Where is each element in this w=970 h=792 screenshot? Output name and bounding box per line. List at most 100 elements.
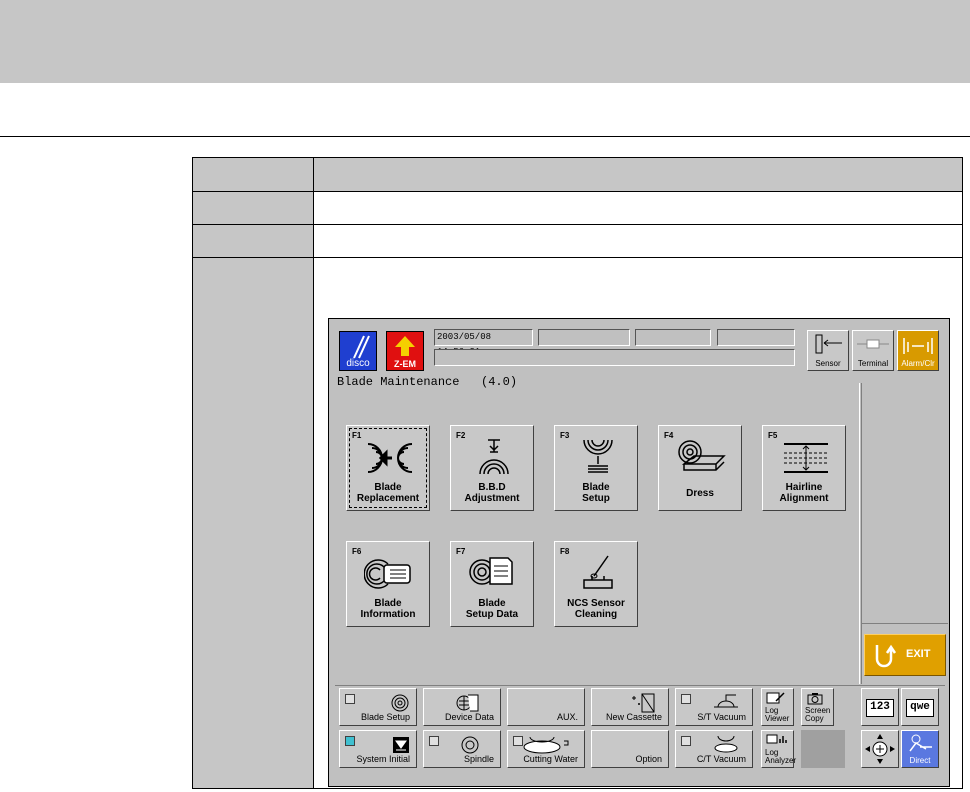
datetime-display: 2003/05/08 14:56:21 xyxy=(434,329,533,357)
blade-setup-shortcut-button[interactable]: Blade Setup xyxy=(339,688,417,726)
checkbox[interactable] xyxy=(345,694,355,704)
log-viewer-button[interactable]: Log Viewer xyxy=(761,688,794,726)
terminal-button[interactable]: Terminal xyxy=(852,330,894,371)
function-label-line1: Blade xyxy=(374,482,402,493)
button-label: AUX. xyxy=(556,712,578,722)
new-cassette-button[interactable]: New Cassette xyxy=(591,688,669,726)
zem-button[interactable]: Z-EM xyxy=(386,331,424,371)
button-label: Cutting Water xyxy=(523,754,578,764)
option-button[interactable]: Option xyxy=(591,730,669,768)
sensor-button[interactable]: Sensor xyxy=(807,330,849,371)
function-label: Blade Information xyxy=(347,598,429,620)
function-key-label: F7 xyxy=(456,547,466,556)
spindle-button[interactable]: Spindle xyxy=(423,730,501,768)
f5-hairline-alignment-button[interactable]: F5 Hairline Alignment xyxy=(762,425,846,511)
alarm-clear-label: Alarm/Clr xyxy=(901,359,935,368)
checkbox[interactable] xyxy=(681,694,691,704)
button-label: Direct xyxy=(909,756,931,765)
button-label: S/T Vacuum xyxy=(697,712,746,722)
function-key-label: F5 xyxy=(768,431,778,440)
terminal-label: Terminal xyxy=(857,359,889,368)
system-initial-icon xyxy=(393,737,409,753)
disco-logo: disco xyxy=(339,331,377,371)
function-label: Blade Setup xyxy=(555,482,637,504)
function-label-line1: NCS Sensor xyxy=(567,598,625,609)
screen-copy-button[interactable]: Screen Copy xyxy=(801,688,834,726)
system-initial-button[interactable]: System Initial xyxy=(339,730,417,768)
log-analyzer-icon xyxy=(766,734,787,744)
blade-replacement-icon xyxy=(367,443,413,473)
header-rule xyxy=(0,136,970,137)
function-label-line1: Blade xyxy=(374,598,402,609)
function-label-line1: Dress xyxy=(686,488,714,499)
f7-blade-setup-data-button[interactable]: F7 Blade Setup Data xyxy=(450,541,534,627)
direct-button[interactable]: Direct xyxy=(901,730,939,768)
button-label: Blade Setup xyxy=(360,712,410,722)
blade-icon xyxy=(391,694,409,712)
function-key-label: F1 xyxy=(352,431,362,440)
button-label: New Cassette xyxy=(605,712,662,722)
alarm-icon xyxy=(903,338,933,354)
f8-ncs-sensor-cleaning-button[interactable]: F8 NCS Sensor Cleaning xyxy=(554,541,638,627)
message-field xyxy=(434,349,795,366)
f2-bbd-adjustment-button[interactable]: F2 B.B.D Adjustment xyxy=(450,425,534,511)
ct-vacuum-icon xyxy=(714,735,738,753)
new-cassette-icon xyxy=(632,693,655,713)
function-key-label: F6 xyxy=(352,547,362,556)
function-label: Blade Setup Data xyxy=(451,598,533,620)
button-label: System Initial xyxy=(356,754,410,764)
checkbox[interactable] xyxy=(345,736,355,746)
function-label: B.B.D Adjustment xyxy=(451,482,533,504)
empty-slot xyxy=(801,730,845,768)
bbd-adjustment-icon xyxy=(479,439,509,475)
side-panel-divider xyxy=(862,623,948,624)
hairline-alignment-icon xyxy=(784,443,828,473)
button-label: Device Data xyxy=(444,712,494,722)
exit-button[interactable]: EXIT xyxy=(864,634,946,676)
ncs-sensor-cleaning-icon xyxy=(583,555,613,589)
machine-screen: disco Z-EM 2003/05/08 14:56:21 Sensor Te… xyxy=(328,318,950,787)
function-key-label: F4 xyxy=(664,431,674,440)
dress-icon xyxy=(678,440,726,471)
function-label: NCS Sensor Cleaning xyxy=(555,598,637,620)
blade-information-icon xyxy=(364,559,411,589)
operator-icon xyxy=(909,734,932,752)
numeric-keypad-button[interactable]: 123 xyxy=(861,688,899,726)
st-vacuum-icon xyxy=(714,694,738,708)
keyboard-button[interactable]: qwe xyxy=(901,688,939,726)
aux-button[interactable]: AUX. xyxy=(507,688,585,726)
log-viewer-icon xyxy=(766,692,785,704)
button-label: Screen Copy xyxy=(805,707,830,723)
function-label-line2: Cleaning xyxy=(574,609,618,620)
f6-blade-information-button[interactable]: F6 Blade Information xyxy=(346,541,430,627)
log-analyzer-button[interactable]: Log Analyzer xyxy=(761,730,796,768)
ct-vacuum-button[interactable]: C/T Vacuum xyxy=(675,730,753,768)
function-label-line2: Setup xyxy=(582,493,610,504)
direction-pad-button[interactable] xyxy=(861,730,899,768)
move-arrows-icon xyxy=(865,734,895,764)
checkbox[interactable] xyxy=(681,736,691,746)
sensor-label: Sensor xyxy=(815,359,841,368)
cutting-water-button[interactable]: Cutting Water xyxy=(507,730,585,768)
st-vacuum-button[interactable]: S/T Vacuum xyxy=(675,688,753,726)
checkbox[interactable] xyxy=(429,736,439,746)
function-label: Hairline Alignment xyxy=(763,482,845,504)
button-label: C/T Vacuum xyxy=(696,754,746,764)
f4-dress-button[interactable]: F4 Dress xyxy=(658,425,742,511)
exit-u-turn-icon xyxy=(875,644,897,668)
table-cell xyxy=(193,225,314,257)
label-line2: Viewer xyxy=(765,714,790,723)
f1-blade-replacement-button[interactable]: F1 Blade Replacement xyxy=(346,425,430,511)
blade-setup-data-icon xyxy=(469,557,513,585)
device-data-button[interactable]: Device Data xyxy=(423,688,501,726)
blade-setup-icon xyxy=(583,439,613,473)
alarm-clear-button[interactable]: Alarm/Clr xyxy=(897,330,939,371)
sensor-icon xyxy=(815,334,842,354)
exit-label: EXIT xyxy=(906,648,931,660)
function-key-label: F2 xyxy=(456,431,466,440)
table-cell xyxy=(193,192,314,224)
f3-blade-setup-button[interactable]: F3 Blade Setup xyxy=(554,425,638,511)
table-row xyxy=(193,158,962,192)
button-label: Log Viewer xyxy=(765,707,789,723)
status-field-3 xyxy=(717,329,795,346)
